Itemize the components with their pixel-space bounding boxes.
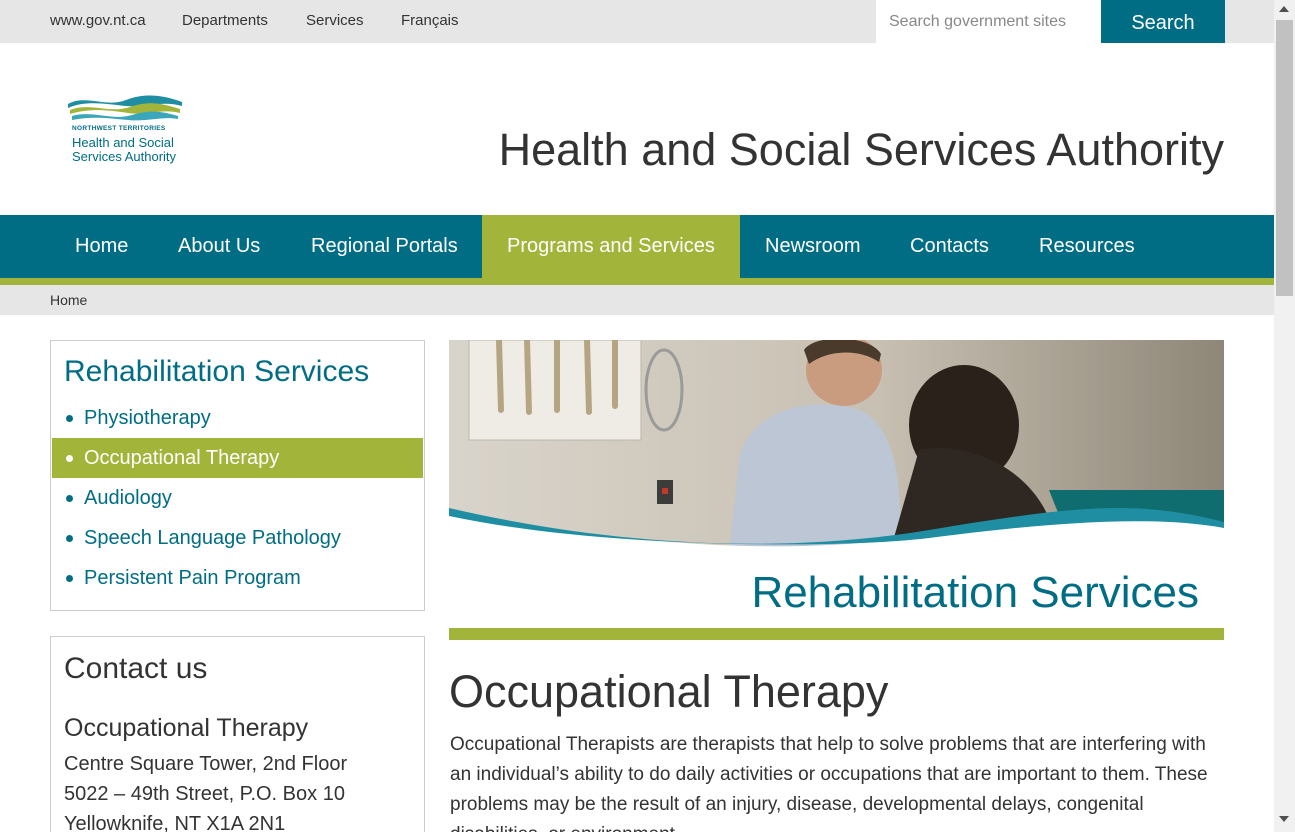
banner-image [449, 340, 1224, 555]
departments-link[interactable]: Departments [182, 12, 268, 29]
search-input[interactable] [876, 0, 1101, 43]
side-item-occupational-therapy[interactable]: Occupational Therapy [52, 438, 423, 478]
side-item-persistent-pain-program[interactable]: Persistent Pain Program [52, 558, 423, 598]
nav-home[interactable]: Home [50, 215, 153, 278]
side-item-label: Physiotherapy [84, 407, 211, 429]
nav-accent-stripe [0, 278, 1274, 285]
site-title: Health and Social Services Authority [498, 124, 1224, 175]
contact-address-line: 5022 – 49th Street, P.O. Box 10 [64, 783, 345, 805]
nav-newsroom[interactable]: Newsroom [740, 215, 886, 278]
scroll-thumb[interactable] [1276, 20, 1293, 296]
contact-address-line: Yellowknife, NT X1A 2N1 [64, 813, 286, 832]
side-menu-title[interactable]: Rehabilitation Services [64, 355, 369, 389]
gov-nt-link[interactable]: www.gov.nt.ca [50, 12, 146, 29]
logo-name-text: Health and Social Services Authority [72, 135, 177, 164]
side-item-label: Audiology [84, 487, 172, 509]
banner-photo [449, 340, 1224, 555]
nav-regional-portals[interactable]: Regional Portals [286, 215, 483, 278]
nav-resources[interactable]: Resources [1014, 215, 1160, 278]
side-item-speech-language-pathology[interactable]: Speech Language Pathology [52, 518, 423, 558]
logo-waves-icon [68, 95, 182, 121]
contact-subtitle: Occupational Therapy [64, 714, 309, 742]
bullet-icon [66, 415, 73, 422]
side-item-label: Speech Language Pathology [84, 527, 341, 549]
scrollbar[interactable] [1274, 0, 1295, 832]
side-item-audiology[interactable]: Audiology [52, 478, 423, 518]
contact-title: Contact us [64, 652, 208, 685]
main-nav: Home About Us Regional Portals Programs … [0, 215, 1274, 278]
nav-contacts[interactable]: Contacts [885, 215, 1014, 278]
side-menu: Rehabilitation Services Physiotherapy Oc… [50, 340, 425, 611]
scroll-down-icon[interactable] [1279, 816, 1289, 822]
bullet-icon [66, 575, 73, 582]
banner-rule [449, 628, 1224, 640]
nav-programs-and-services[interactable]: Programs and Services [482, 215, 740, 278]
contact-box: Contact us Occupational Therapy Centre S… [50, 636, 425, 832]
body-paragraph: Occupational Therapists are therapists t… [450, 734, 1208, 832]
logo-territory-text: NORTHWEST TERRITORIES [72, 125, 166, 132]
breadcrumb: Home [0, 285, 1274, 315]
side-item-physiotherapy[interactable]: Physiotherapy [52, 398, 423, 438]
side-item-label: Occupational Therapy [84, 447, 280, 469]
services-link[interactable]: Services [306, 12, 364, 29]
site-logo[interactable]: NORTHWEST TERRITORIES Health and Social … [66, 94, 186, 166]
page-title: Occupational Therapy [449, 666, 889, 717]
scroll-up-icon[interactable] [1279, 6, 1289, 12]
breadcrumb-home[interactable]: Home [50, 292, 87, 308]
bullet-icon [66, 535, 73, 542]
side-item-label: Persistent Pain Program [84, 567, 301, 589]
bullet-icon [66, 495, 73, 502]
bullet-icon [66, 455, 73, 462]
banner-title: Rehabilitation Services [751, 568, 1199, 617]
nav-about-us[interactable]: About Us [153, 215, 285, 278]
contact-address-line: Centre Square Tower, 2nd Floor [64, 753, 348, 775]
francais-link[interactable]: Français [401, 12, 459, 29]
search-button[interactable]: Search [1101, 0, 1225, 43]
utility-bar: www.gov.nt.ca Departments Services Franç… [0, 0, 1274, 43]
